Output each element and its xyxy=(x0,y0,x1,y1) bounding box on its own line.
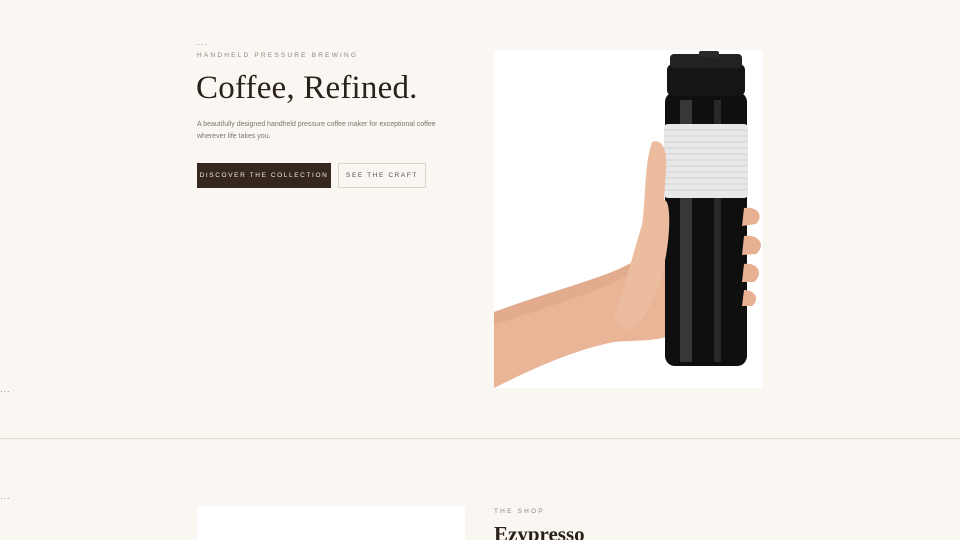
shop-eyebrow: THE SHOP xyxy=(494,508,545,515)
decor-dots: ... xyxy=(0,491,11,501)
decor-dots: ... xyxy=(197,37,208,47)
section-divider xyxy=(0,438,960,439)
discover-collection-button[interactable]: DISCOVER THE COLLECTION xyxy=(197,163,331,188)
shop-product-title: Ezypresso xyxy=(494,522,585,540)
hero-eyebrow: HANDHELD PRESSURE BREWING xyxy=(197,52,359,59)
product-photo-icon xyxy=(494,51,761,388)
see-craft-button[interactable]: SEE THE CRAFT xyxy=(338,163,426,188)
shop-product-image xyxy=(197,506,465,540)
decor-dots: ... xyxy=(0,384,11,394)
hero-product-image xyxy=(494,50,763,388)
hero-subtitle: A beautifully designed handheld pressure… xyxy=(197,121,436,140)
hero-title: Coffee, Refined. xyxy=(196,70,418,106)
